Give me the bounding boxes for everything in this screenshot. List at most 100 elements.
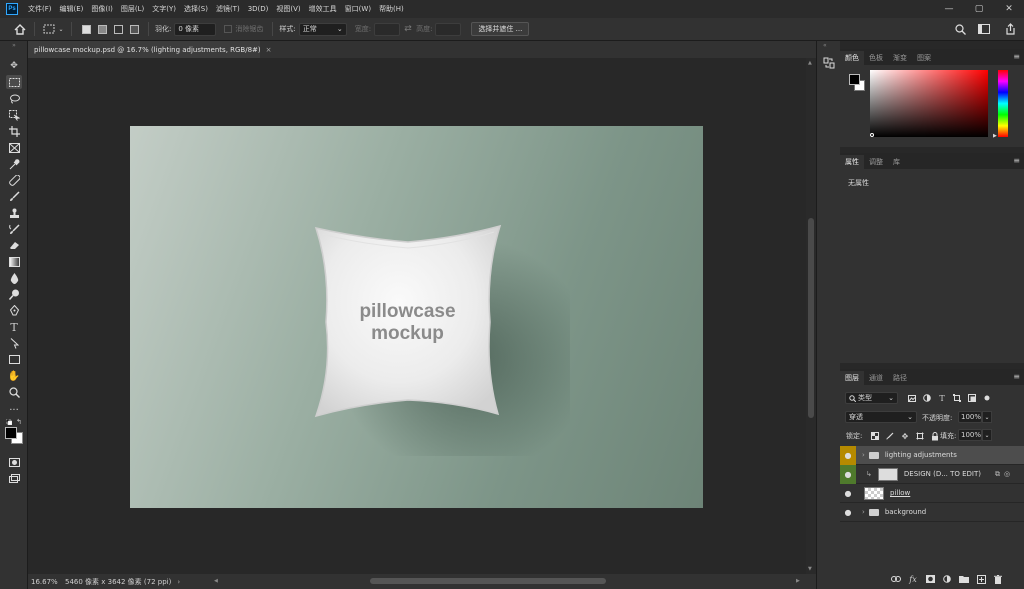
mask-icon[interactable]: [924, 573, 936, 585]
object-select-tool-icon[interactable]: [6, 108, 22, 122]
opacity-input[interactable]: 100%: [958, 411, 982, 423]
eraser-tool-icon[interactable]: [6, 238, 22, 252]
link-icon[interactable]: [890, 573, 902, 585]
healing-brush-tool-icon[interactable]: [6, 173, 22, 187]
zoom-tool-icon[interactable]: [6, 385, 22, 399]
menu-help[interactable]: 帮助(H): [375, 4, 408, 14]
width-input[interactable]: [374, 22, 401, 36]
hand-tool-icon[interactable]: ✋: [6, 369, 22, 383]
rectangle-tool-icon[interactable]: [6, 352, 22, 366]
path-selection-tool-icon[interactable]: [6, 336, 22, 350]
filter-pixel-icon[interactable]: [906, 392, 918, 404]
tab-channels[interactable]: 通道: [864, 371, 888, 385]
clone-stamp-tool-icon[interactable]: [6, 206, 22, 220]
blend-mode-select[interactable]: 穿透 ⌄: [845, 411, 917, 423]
chevron-right-icon[interactable]: ›: [862, 508, 865, 516]
lock-pixels-icon[interactable]: [884, 430, 896, 442]
menu-select[interactable]: 选择(S): [180, 4, 212, 14]
filter-adjustment-icon[interactable]: [921, 392, 933, 404]
menu-3d[interactable]: 3D(D): [244, 5, 273, 13]
history-panel-icon[interactable]: [823, 57, 835, 71]
menu-type[interactable]: 文字(Y): [148, 4, 180, 14]
share-icon[interactable]: [1002, 21, 1018, 37]
layer-row-lighting-adjustments[interactable]: ● › lighting adjustments: [840, 445, 1024, 465]
new-layer-icon[interactable]: [975, 573, 987, 585]
eyedropper-tool-icon[interactable]: [6, 157, 22, 171]
trash-icon[interactable]: [992, 573, 1004, 585]
visibility-eye-icon[interactable]: ●: [840, 464, 856, 484]
layer-effects-icon[interactable]: ◎: [1004, 470, 1010, 478]
home-icon[interactable]: [12, 21, 28, 37]
foreground-color-swatch[interactable]: [849, 74, 860, 85]
chevron-right-icon[interactable]: ›: [862, 451, 865, 459]
panel-menu-icon[interactable]: ≡: [1013, 52, 1020, 61]
swap-icon[interactable]: ⇄: [400, 21, 416, 37]
lock-position-icon[interactable]: ✥: [899, 430, 911, 442]
tab-adjustments[interactable]: 调整: [864, 155, 888, 169]
color-field-cursor[interactable]: [870, 133, 874, 137]
layer-filter-select[interactable]: 类型 ⌄: [845, 392, 898, 404]
adjustment-icon[interactable]: [941, 573, 953, 585]
tab-paths[interactable]: 路径: [888, 371, 912, 385]
menu-filter[interactable]: 滤镜(T): [212, 4, 244, 14]
history-brush-tool-icon[interactable]: [6, 222, 22, 236]
folder-icon[interactable]: [958, 573, 970, 585]
marquee-preset-icon[interactable]: [41, 21, 57, 37]
menu-image[interactable]: 图像(I): [87, 4, 117, 14]
maximize-button[interactable]: ▢: [964, 0, 994, 18]
visibility-eye-icon[interactable]: ●: [840, 503, 856, 522]
menu-window[interactable]: 窗口(W): [341, 4, 375, 14]
workspace-icon[interactable]: [976, 21, 992, 37]
more-tools-icon[interactable]: ···: [6, 403, 22, 417]
vertical-scrollbar[interactable]: ▲ ▼: [806, 58, 816, 574]
lock-artboard-icon[interactable]: [914, 430, 926, 442]
collapse-icon[interactable]: «: [823, 42, 827, 49]
subtract-selection-icon[interactable]: [110, 21, 126, 37]
minimize-button[interactable]: —: [934, 0, 964, 18]
screen-mode-icon[interactable]: [6, 471, 22, 485]
tab-swatches[interactable]: 色板: [864, 51, 888, 65]
default-colors-icon[interactable]: [5, 418, 13, 426]
filter-shape-icon[interactable]: [951, 392, 963, 404]
type-tool-icon[interactable]: T: [6, 320, 22, 334]
scroll-right-icon[interactable]: ▶: [796, 578, 800, 584]
move-tool-icon[interactable]: ✥: [6, 59, 22, 73]
tab-gradients[interactable]: 渐变: [888, 51, 912, 65]
foreground-color-swatch[interactable]: [5, 427, 17, 439]
canvas-area[interactable]: pillowcase mockup: [28, 58, 806, 574]
new-selection-icon[interactable]: [78, 21, 94, 37]
color-field[interactable]: [870, 70, 988, 137]
lasso-tool-icon[interactable]: [6, 92, 22, 106]
menu-edit[interactable]: 编辑(E): [56, 4, 88, 14]
document-canvas[interactable]: pillowcase mockup: [130, 126, 703, 508]
fill-input[interactable]: 100%: [958, 429, 982, 441]
add-selection-icon[interactable]: [94, 21, 110, 37]
chevron-down-icon[interactable]: ⌄: [982, 429, 992, 441]
frame-tool-icon[interactable]: [6, 141, 22, 155]
menu-plugins[interactable]: 增效工具: [305, 4, 341, 14]
document-tab[interactable]: pillowcase mockup.psd @ 16.7% (lighting …: [28, 41, 272, 58]
filter-toggle-icon[interactable]: [981, 392, 993, 404]
tab-color[interactable]: 颜色: [840, 51, 864, 65]
height-input[interactable]: [435, 22, 462, 36]
dodge-tool-icon[interactable]: [6, 287, 22, 301]
search-icon[interactable]: [952, 21, 968, 37]
close-icon[interactable]: ×: [266, 46, 272, 54]
marquee-tool-icon[interactable]: [6, 75, 22, 89]
swap-colors-icon[interactable]: ↰: [16, 418, 22, 426]
chevron-down-icon[interactable]: ⌄: [982, 411, 992, 423]
scroll-down-icon[interactable]: ▼: [808, 566, 812, 572]
layer-row-design[interactable]: ● ↳ DESIGN (D... TO EDIT) ⧉ ◎: [840, 464, 1024, 484]
menu-layer[interactable]: 图层(L): [117, 4, 148, 14]
visibility-eye-icon[interactable]: ●: [840, 445, 856, 465]
scroll-left-icon[interactable]: ◀: [214, 578, 218, 584]
tab-patterns[interactable]: 图案: [912, 51, 936, 65]
quick-mask-icon[interactable]: [6, 455, 22, 469]
blur-tool-icon[interactable]: [6, 271, 22, 285]
filter-type-icon[interactable]: T: [936, 392, 948, 404]
layer-row-background[interactable]: ● › background: [840, 503, 1024, 522]
tab-libraries[interactable]: 库: [888, 155, 905, 169]
close-button[interactable]: ✕: [994, 0, 1024, 18]
collapse-icon[interactable]: »: [6, 42, 22, 49]
menu-view[interactable]: 视图(V): [272, 4, 304, 14]
